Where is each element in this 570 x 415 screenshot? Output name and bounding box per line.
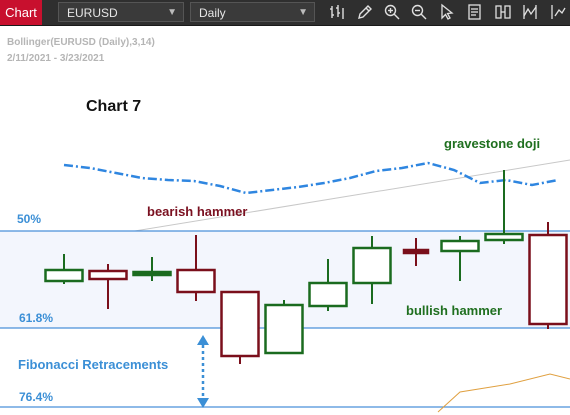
bullish-hammer-label: bullish hammer xyxy=(406,303,502,318)
fib-arrow xyxy=(197,335,209,408)
lower-band-line xyxy=(437,373,570,413)
candle-bull xyxy=(264,300,304,355)
upper-band-line xyxy=(63,161,559,195)
candle-body xyxy=(352,246,392,285)
candle-body xyxy=(528,233,568,326)
candle-body xyxy=(44,268,84,283)
candle-body xyxy=(176,268,216,294)
fib-50-label: 50% xyxy=(17,212,41,226)
candle-bear xyxy=(220,290,260,364)
candle-body xyxy=(402,248,430,255)
candle-body xyxy=(220,290,260,358)
candle-bear xyxy=(528,222,568,329)
candle-body xyxy=(88,269,128,281)
candle-body xyxy=(132,270,172,277)
chart-title: Chart 7 xyxy=(86,98,141,115)
bearish-hammer-label: bearish hammer xyxy=(147,204,247,219)
candle-body xyxy=(308,281,348,308)
fib-764-label: 76.4% xyxy=(19,390,53,404)
fib-618-label: 61.8% xyxy=(19,311,53,325)
gravestone-label: gravestone doji xyxy=(444,136,540,151)
price-chart[interactable]: Chart 7 gravestone doji bearish hammer b… xyxy=(0,0,570,415)
candle-body xyxy=(440,239,480,253)
fibonacci-label: Fibonacci Retracements xyxy=(18,357,168,372)
candle-body xyxy=(264,303,304,355)
candle-body xyxy=(484,232,524,242)
